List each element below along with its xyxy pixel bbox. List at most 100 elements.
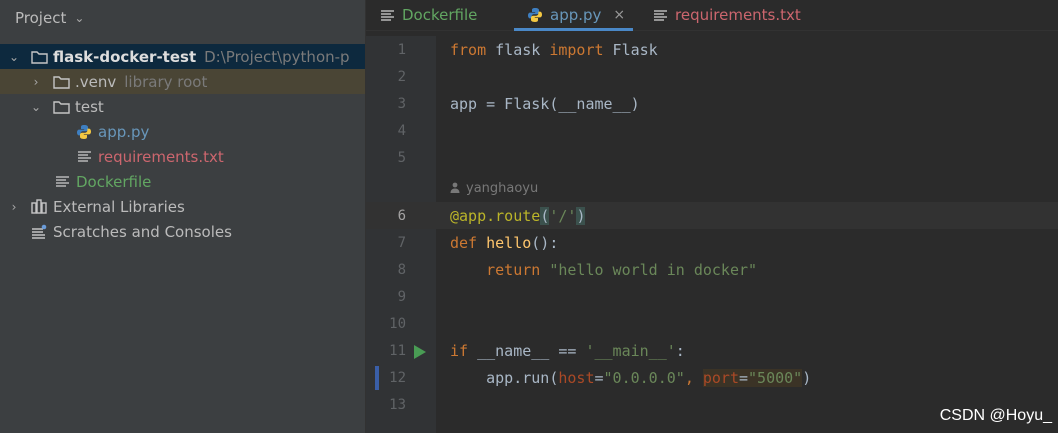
python-icon <box>75 123 93 141</box>
line-number: 7 <box>397 234 406 251</box>
line-number: 12 <box>389 369 406 386</box>
line-number: 2 <box>397 68 406 85</box>
code-area[interactable]: from flask import Flask app = Flask(__na… <box>436 36 1058 433</box>
code-token: flask <box>486 40 550 59</box>
code-token: , <box>684 368 703 387</box>
tab-label: app.py <box>550 6 602 24</box>
folder-icon <box>52 73 70 91</box>
tree-item-test[interactable]: ⌄ test <box>0 94 365 119</box>
code-line-7: def hello (): <box>436 229 1058 256</box>
user-icon <box>450 182 460 196</box>
code-token: '/' <box>549 206 577 225</box>
text-file-icon <box>75 148 93 166</box>
editor-gutter: 1 2 3 4 5 6 7 8 9 10 11 12 13 <box>366 36 436 433</box>
line-number: 11 <box>389 342 406 359</box>
project-panel-header[interactable]: Project ⌄ <box>0 0 365 36</box>
text-file-icon <box>651 6 669 24</box>
code-token: "0.0.0.0" <box>603 368 685 387</box>
code-token: ( <box>540 206 550 225</box>
code-token: def <box>450 233 478 252</box>
tab-dockerfile[interactable]: Dockerfile <box>378 0 477 30</box>
folder-icon <box>30 48 48 66</box>
tree-item-dockerfile[interactable]: Dockerfile <box>0 169 365 194</box>
tree-item-label: requirements.txt <box>98 147 224 166</box>
code-token: ) <box>576 206 586 225</box>
author-name: yanghaoyu <box>466 181 539 196</box>
line-number: 5 <box>397 149 406 166</box>
text-file-icon <box>53 173 71 191</box>
text-file-icon <box>378 6 396 24</box>
code-token: = <box>594 368 604 387</box>
code-token: hello <box>486 233 532 252</box>
line-number: 10 <box>389 315 406 332</box>
tab-label: Dockerfile <box>402 6 478 24</box>
project-panel-title: Project <box>15 9 67 27</box>
folder-icon <box>52 98 70 116</box>
code-token: @app.route <box>450 206 541 225</box>
code-line-6: @app.route('/') <box>436 202 1058 229</box>
code-token: '__main__' <box>585 341 676 360</box>
editor-tab-bar: Dockerfile app.py × requirements.txt <box>366 0 1058 31</box>
code-token: ) <box>802 368 812 387</box>
line-number: 9 <box>397 288 406 305</box>
line-number: 13 <box>389 396 406 413</box>
code-line-3: app = Flask(__name__) <box>436 90 1058 117</box>
line-number: 8 <box>397 261 406 278</box>
code-token: "5000" <box>748 368 803 387</box>
code-token: Flask <box>603 40 658 59</box>
python-icon <box>526 6 544 24</box>
tree-item-label: test <box>75 97 104 116</box>
chevron-down-icon[interactable]: ⌄ <box>74 11 84 25</box>
tree-item-label: .venv <box>75 72 117 91</box>
tab-label: requirements.txt <box>675 6 801 24</box>
code-author-hint[interactable]: yanghaoyu <box>450 175 538 202</box>
code-token: from <box>450 40 487 59</box>
tree-item-scratches-and-consoles[interactable]: Scratches and Consoles <box>0 219 365 244</box>
tree-item-hint: D:\Project\python-p <box>204 47 350 66</box>
tree-item-flask-docker-test[interactable]: ⌄ flask-docker-test D:\Project\python-p <box>0 44 365 69</box>
code-line-8: return "hello world in docker" <box>436 256 1058 283</box>
code-token: : <box>675 341 685 360</box>
code-token: return <box>486 260 541 279</box>
tree-item-label: Dockerfile <box>76 172 152 191</box>
library-icon <box>30 198 48 216</box>
tree-item-hint: library root <box>124 72 208 91</box>
tree-item-label: app.py <box>98 122 150 141</box>
run-icon[interactable] <box>414 345 426 359</box>
tree-item-app-py[interactable]: app.py <box>0 119 365 144</box>
code-line-11: if __name__ == '__main__': <box>436 337 1058 364</box>
project-panel: Project ⌄ ⌄ flask-docker-test D:\Project… <box>0 0 366 433</box>
code-token: host <box>558 368 595 387</box>
chevron-right-icon[interactable]: › <box>8 200 20 214</box>
code-token: app.run( <box>450 368 559 387</box>
line-number: 1 <box>397 41 406 58</box>
tree-item-label: External Libraries <box>53 197 185 216</box>
line-number: 4 <box>397 122 406 139</box>
code-token: import <box>549 40 604 59</box>
tree-item-venv[interactable]: › .venv library root <box>0 69 365 94</box>
code-line-1: from flask import Flask <box>436 36 1058 63</box>
tab-app-py[interactable]: app.py × <box>513 0 634 31</box>
code-line-12: app.run(host = "0.0.0.0", port="5000") <box>436 364 1058 391</box>
scratches-icon <box>30 223 48 241</box>
code-token: __name__ == <box>468 341 586 360</box>
code-token: if <box>450 341 469 360</box>
code-token: "hello world in docker" <box>549 260 758 279</box>
tree-item-requirements-txt[interactable]: requirements.txt <box>0 144 365 169</box>
code-token: = <box>739 368 749 387</box>
code-editor[interactable]: Dockerfile app.py × requirements.txt 1 2… <box>366 0 1058 433</box>
tree-item-external-libraries[interactable]: › External Libraries <box>0 194 365 219</box>
chevron-down-icon[interactable]: ⌄ <box>8 50 20 64</box>
chevron-down-icon[interactable]: ⌄ <box>30 100 42 114</box>
chevron-right-icon[interactable]: › <box>30 75 42 89</box>
line-number: 3 <box>397 95 406 112</box>
code-token: port <box>702 368 739 387</box>
close-icon[interactable]: × <box>613 7 625 23</box>
tab-requirements-txt[interactable]: requirements.txt <box>651 0 801 30</box>
watermark: CSDN @Hoyu_ <box>939 407 1052 424</box>
code-token: (): <box>531 233 559 252</box>
tree-item-label: Scratches and Consoles <box>53 222 232 241</box>
